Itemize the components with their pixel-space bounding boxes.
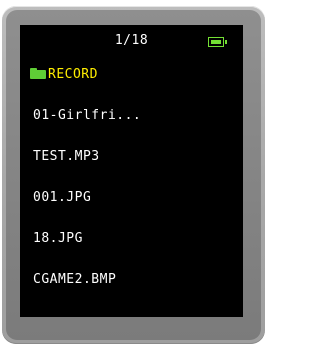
list-item[interactable]: 01-Girlfri...: [33, 108, 141, 123]
battery-icon: [208, 37, 227, 47]
player-screen: 1/18 RECORD 01-Girlfri... TEST.MP3 001.J…: [20, 25, 243, 317]
list-item[interactable]: TEST.MP3: [33, 149, 100, 164]
list-item[interactable]: 18.JPG: [33, 231, 83, 246]
list-item[interactable]: CGAME2.BMP: [33, 272, 116, 287]
list-item[interactable]: 001.JPG: [33, 190, 91, 205]
folder-label: RECORD: [48, 67, 98, 82]
folder-icon: [30, 68, 46, 79]
